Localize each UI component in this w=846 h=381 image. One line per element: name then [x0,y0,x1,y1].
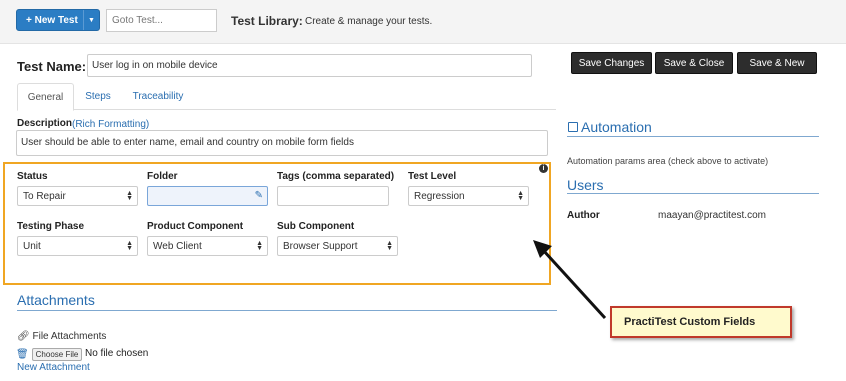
page-subtitle: Create & manage your tests. [305,16,433,27]
test-level-label: Test Level [408,171,457,182]
test-name-input[interactable] [87,54,532,77]
folder-field[interactable]: ✎ [147,186,268,206]
tab-general[interactable]: General [17,83,74,111]
custom-fields-callout: PractiTest Custom Fields [610,306,792,338]
tab-steps[interactable]: Steps [77,83,119,110]
author-value: maayan@practitest.com [658,210,766,221]
author-label: Author [567,210,600,221]
automation-checkbox[interactable] [568,122,578,132]
test-name-label: Test Name: [17,59,87,74]
choose-file-button[interactable]: Choose File [32,348,82,361]
select-arrows-icon: ▲ ▼ [517,190,524,202]
product-component-value: Web Client [153,240,202,252]
test-level-value: Regression [414,190,465,202]
testing-phase-label: Testing Phase [17,221,85,232]
sub-component-value: Browser Support [283,240,358,252]
automation-divider [567,136,819,137]
description-label: Description [17,118,73,129]
description-field[interactable]: User should be able to enter name, email… [16,130,548,156]
save-new-button[interactable]: Save & New [737,52,817,74]
tags-input[interactable] [277,186,389,206]
automation-title: Automation [581,119,652,135]
file-attachments-label: 🔗︎ File Attachments [17,331,106,342]
testing-phase-select[interactable]: Unit ▲ ▼ [17,236,138,256]
top-bar: + New Test ▼ Test Library: Create & mana… [0,0,846,44]
chevron-down-icon[interactable]: ▼ [83,10,99,30]
select-arrows-icon: ▲ ▼ [256,240,263,252]
status-value: To Repair [23,190,66,202]
rich-formatting-link[interactable]: (Rich Formatting) [72,119,149,130]
testing-phase-value: Unit [23,240,41,252]
status-label: Status [17,171,48,182]
product-component-select[interactable]: Web Client ▲ ▼ [147,236,268,256]
save-changes-button[interactable]: Save Changes [571,52,652,74]
folder-label: Folder [147,171,178,182]
attachments-title: Attachments [17,292,95,308]
save-close-button[interactable]: Save & Close [655,52,733,74]
paperclip-icon: 🔗︎ [17,331,30,342]
users-divider [567,193,819,194]
tags-label: Tags (comma separated) [277,171,395,182]
new-test-label[interactable]: + New Test [17,15,83,26]
page-title: Test Library: [231,14,303,28]
file-attachments-text: File Attachments [32,331,107,342]
tab-bar: General Steps Traceability [17,83,556,111]
select-arrows-icon: ▲ ▼ [386,240,393,252]
new-attachment-link[interactable]: New Attachment [17,362,90,373]
automation-note: Automation params area (check above to a… [567,156,769,166]
new-test-button[interactable]: + New Test ▼ [16,9,100,31]
attachments-divider [17,310,557,311]
goto-test-input[interactable] [106,9,217,32]
test-level-select[interactable]: Regression ▲ ▼ [408,186,529,206]
select-arrows-icon: ▲ ▼ [126,190,133,202]
users-title: Users [567,177,604,193]
info-icon[interactable]: i [539,164,548,173]
trash-icon[interactable]: 🗑︎ [16,349,29,360]
select-arrows-icon: ▲ ▼ [126,240,133,252]
pencil-icon[interactable]: ✎ [255,190,263,201]
sub-component-label: Sub Component [277,221,355,232]
no-file-text: No file chosen [85,348,149,359]
tab-traceability[interactable]: Traceability [123,83,193,110]
product-component-label: Product Component [147,221,244,232]
status-select[interactable]: To Repair ▲ ▼ [17,186,138,206]
sub-component-select[interactable]: Browser Support ▲ ▼ [277,236,398,256]
